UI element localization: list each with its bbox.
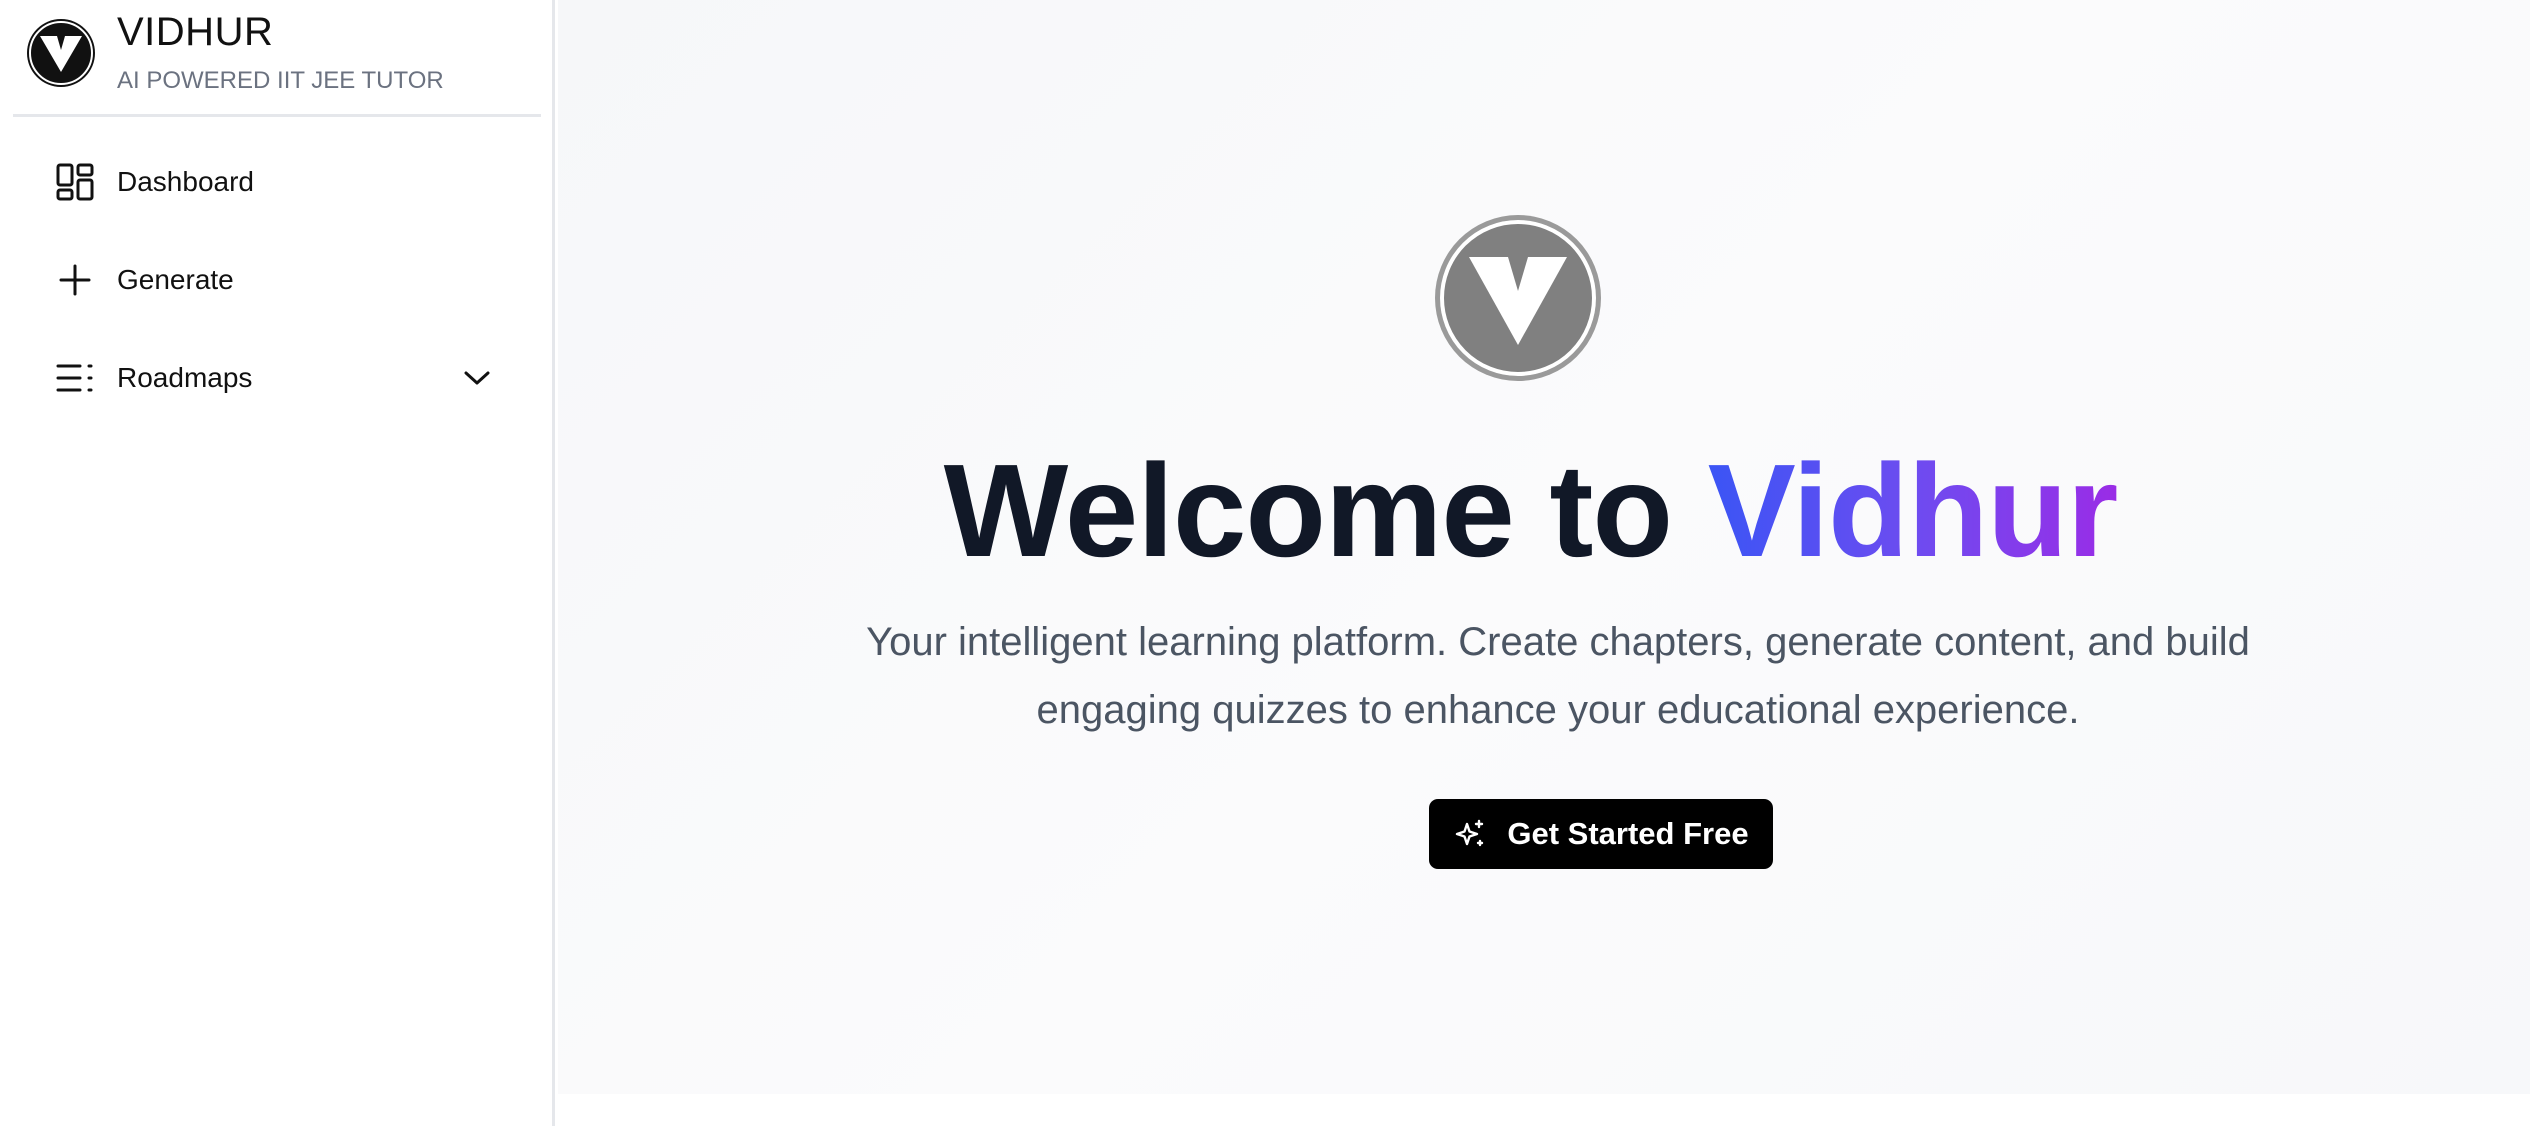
sidebar-item-roadmaps[interactable]: Roadmaps — [13, 338, 513, 418]
dashboard-grid-icon — [55, 162, 95, 202]
sidebar-item-label: Roadmaps — [117, 362, 253, 393]
brand-subtitle: AI POWERED IIT JEE TUTOR — [117, 67, 444, 94]
v-logo-icon — [1435, 215, 1601, 381]
list-icon — [55, 358, 95, 398]
brand-title: VIDHUR — [117, 10, 274, 54]
sparkle-icon — [1453, 817, 1487, 851]
brand-header: VIDHUR AI POWERED IIT JEE TUTOR — [13, 0, 541, 117]
hero-title-prefix: Welcome to — [943, 437, 1708, 584]
v-logo-icon[interactable] — [26, 18, 96, 88]
sidebar-item-label: Dashboard — [117, 166, 254, 197]
get-started-button[interactable]: Get Started Free — [1429, 799, 1773, 869]
hero-description: Your intelligent learning platform. Crea… — [866, 620, 2250, 732]
sidebar-item-generate[interactable]: Generate — [13, 240, 513, 320]
get-started-label: Get Started Free — [1507, 816, 1749, 851]
sidebar-item-label: Generate — [117, 264, 234, 295]
hero-title: Welcome to Vidhur — [558, 435, 2503, 586]
main-content: Welcome to Vidhur Your intelligent learn… — [558, 0, 2530, 1094]
chevron-down-icon[interactable] — [459, 360, 495, 396]
hero-title-accent: Vidhur — [1707, 437, 2119, 584]
sidebar-item-dashboard[interactable]: Dashboard — [13, 142, 513, 222]
app-root: VIDHUR AI POWERED IIT JEE TUTOR Dashboar… — [0, 0, 2530, 1126]
sidebar: VIDHUR AI POWERED IIT JEE TUTOR Dashboar… — [0, 0, 555, 1126]
plus-icon — [55, 260, 95, 300]
